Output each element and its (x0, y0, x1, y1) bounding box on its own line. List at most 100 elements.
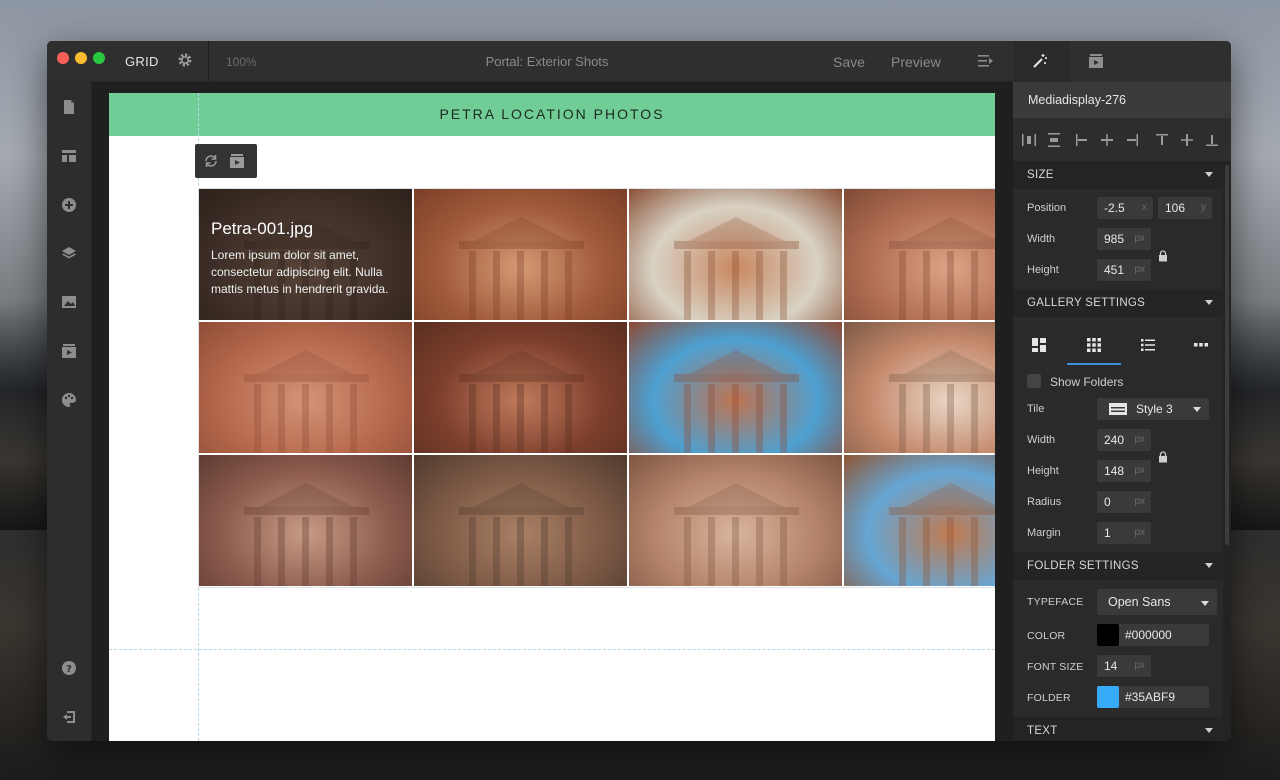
media-icon[interactable] (229, 153, 245, 169)
typeface-select[interactable]: Open Sans (1097, 589, 1217, 615)
logout-icon[interactable] (61, 709, 77, 725)
text-section-header[interactable]: TEXT (1013, 717, 1223, 741)
layers-icon[interactable] (61, 245, 77, 261)
save-button[interactable]: Save (833, 54, 865, 70)
lock-icon[interactable] (1158, 250, 1168, 262)
tab-grid-layout[interactable] (1067, 325, 1121, 365)
size-header-label: SIZE (1027, 169, 1054, 181)
grid-icon (1087, 338, 1101, 352)
layout-icon[interactable] (61, 148, 77, 164)
tile-style-select[interactable]: Style 3 (1097, 398, 1209, 420)
photo-thumbnail (459, 350, 584, 453)
gallery-tile[interactable] (844, 455, 995, 586)
photo-thumbnail (244, 350, 369, 453)
gallery-tile[interactable] (844, 189, 995, 320)
tile-height-input[interactable]: 148 px (1097, 460, 1151, 482)
align-top-icon[interactable] (1154, 132, 1170, 148)
color-input[interactable]: #000000 (1097, 624, 1209, 646)
align-right-icon[interactable] (1124, 132, 1140, 148)
font-size-input[interactable]: 14 px (1097, 655, 1151, 677)
align-middle-icon[interactable] (1179, 132, 1195, 148)
preview-button[interactable]: Preview (891, 54, 941, 70)
panel-scrollbar[interactable] (1223, 161, 1231, 741)
font-size-value: 14 (1104, 659, 1118, 673)
align-left-icon[interactable] (1074, 132, 1090, 148)
gallery-tile[interactable] (199, 455, 412, 586)
inspector-panel: Mediadisplay-276 SIZE Position -2.5 x 10… (1013, 41, 1231, 741)
gallery-tile[interactable] (629, 322, 842, 453)
gallery-tile[interactable]: Petra-001.jpg Lorem ipsum dolor sit amet,… (199, 189, 412, 320)
menu-icon[interactable] (977, 53, 995, 69)
align-center-horizontal-icon[interactable] (1099, 132, 1115, 148)
tile-width-unit: px (1134, 434, 1145, 445)
minimize-window-button[interactable] (75, 52, 87, 64)
page-canvas[interactable]: PETRA LOCATION PHOTOS Petra-001.jpg Lorem… (109, 93, 995, 741)
photo-thumbnail (674, 217, 799, 320)
distribute-vertical-icon[interactable] (1046, 132, 1062, 148)
size-width-input[interactable]: 985 px (1097, 228, 1151, 250)
gallery-tile[interactable] (844, 322, 995, 453)
size-height-input[interactable]: 451 px (1097, 259, 1151, 281)
alignment-toolbar (1013, 118, 1231, 161)
page-banner[interactable]: PETRA LOCATION PHOTOS (109, 93, 995, 136)
color-swatch[interactable] (1097, 624, 1119, 646)
show-folders-label: Show Folders (1050, 375, 1124, 389)
tab-mosaic-layout[interactable] (1013, 325, 1067, 365)
photo-thumbnail (889, 350, 995, 453)
tab-design[interactable] (1013, 41, 1069, 82)
typeface-value: Open Sans (1108, 595, 1171, 609)
zoom-level[interactable]: 100% (226, 55, 257, 69)
gallery-tile[interactable] (414, 322, 627, 453)
chevron-down-icon (1201, 601, 1209, 606)
refresh-icon[interactable] (203, 153, 219, 169)
tab-more-layouts[interactable] (1175, 325, 1229, 365)
tab-list-layout[interactable] (1121, 325, 1175, 365)
gallery-settings-header-label: GALLERY SETTINGS (1027, 297, 1146, 309)
distribute-horizontal-icon[interactable] (1021, 132, 1037, 148)
photo-thumbnail (244, 483, 369, 586)
media-gallery[interactable]: Petra-001.jpg Lorem ipsum dolor sit amet,… (198, 188, 995, 588)
lock-icon[interactable] (1158, 451, 1168, 463)
folder-color-swatch[interactable] (1097, 686, 1119, 708)
tab-media[interactable] (1069, 41, 1125, 82)
position-x-unit: x (1142, 202, 1147, 213)
gallery-tile[interactable] (414, 455, 627, 586)
maximize-window-button[interactable] (93, 52, 105, 64)
margin-input[interactable]: 1 px (1097, 522, 1151, 544)
media-icon[interactable] (61, 343, 77, 359)
text-header-label: TEXT (1027, 725, 1058, 737)
tile-style-icon (1109, 403, 1127, 415)
position-y-input[interactable]: 106 y (1158, 197, 1212, 219)
close-window-button[interactable] (57, 52, 69, 64)
element-name: Mediadisplay-276 (1013, 82, 1231, 118)
scrollbar-thumb[interactable] (1225, 165, 1229, 545)
gallery-settings-header[interactable]: GALLERY SETTINGS (1013, 289, 1223, 317)
gallery-tile[interactable] (629, 189, 842, 320)
gear-icon[interactable] (177, 52, 193, 68)
tile-width-input[interactable]: 240 px (1097, 429, 1151, 451)
svg-text:?: ? (66, 664, 72, 675)
folder-color-input[interactable]: #35ABF9 (1097, 686, 1209, 708)
folder-color-label: FOLDER (1027, 692, 1071, 704)
page-icon[interactable] (61, 99, 77, 115)
position-x-input[interactable]: -2.5 x (1097, 197, 1153, 219)
toolbar-divider (208, 41, 209, 82)
size-section-header[interactable]: SIZE (1013, 161, 1223, 189)
show-folders-checkbox[interactable] (1027, 374, 1041, 388)
photo-thumbnail (459, 483, 584, 586)
photo-thumbnail (889, 483, 995, 586)
gallery-tile[interactable] (629, 455, 842, 586)
radius-input[interactable]: 0 px (1097, 491, 1151, 513)
palette-icon[interactable] (61, 392, 77, 408)
gallery-tile[interactable] (414, 189, 627, 320)
align-bottom-icon[interactable] (1204, 132, 1220, 148)
margin-label: Margin (1027, 527, 1061, 539)
app-window: GRID 100% Portal: Exterior Shots Save Pr… (47, 41, 1231, 741)
add-icon[interactable] (61, 197, 77, 213)
folder-settings-header[interactable]: FOLDER SETTINGS (1013, 552, 1223, 580)
image-icon[interactable] (61, 294, 77, 310)
help-icon[interactable]: ? (61, 660, 77, 676)
font-size-unit: px (1134, 660, 1145, 671)
folder-color-value: #35ABF9 (1125, 690, 1176, 704)
gallery-tile[interactable] (199, 322, 412, 453)
